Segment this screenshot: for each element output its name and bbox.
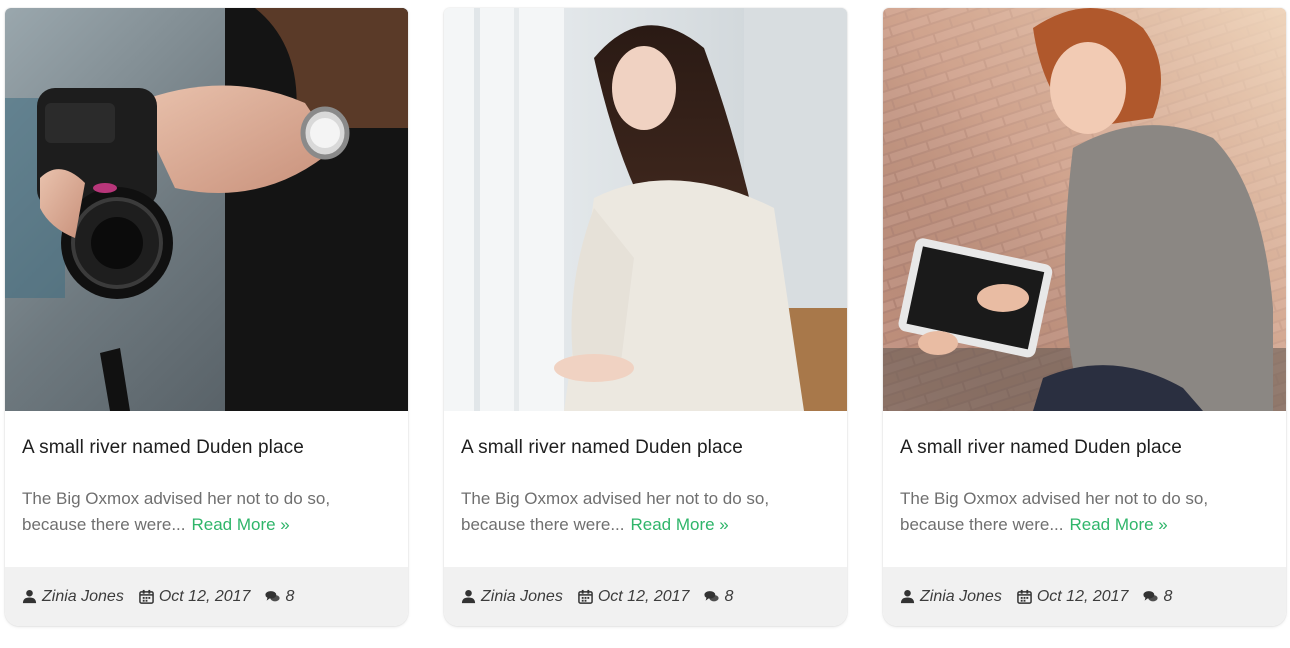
card-excerpt: The Big Oxmox advised her not to do so, … [900, 486, 1274, 538]
calendar-icon [1017, 589, 1032, 604]
card-title[interactable]: A small river named Duden place [900, 437, 1269, 459]
date-meta: Oct 12, 2017 [578, 587, 690, 606]
read-more-link[interactable]: Read More » [1069, 515, 1167, 534]
card-title[interactable]: A small river named Duden place [22, 437, 391, 459]
author-meta[interactable]: Zinia Jones [461, 588, 563, 606]
camera-photo [5, 8, 408, 411]
card-image-link[interactable] [444, 8, 847, 411]
woman-sweater-photo [444, 8, 847, 411]
card-body: A small river named Duden place The Big … [5, 411, 408, 567]
author-name: Zinia Jones [42, 587, 124, 605]
card-meta: Zinia Jones Oct 12, 2017 8 [883, 567, 1286, 626]
date-meta: Oct 12, 2017 [139, 587, 251, 606]
author-name: Zinia Jones [481, 587, 563, 605]
card-body: A small river named Duden place The Big … [883, 411, 1286, 567]
read-more-link[interactable]: Read More » [630, 515, 728, 534]
user-icon [461, 589, 476, 604]
comments-meta[interactable]: 8 [704, 588, 733, 606]
comment-count: 8 [724, 587, 734, 605]
comments-icon [1143, 591, 1159, 602]
post-date: Oct 12, 2017 [158, 587, 251, 605]
blog-card: A small river named Duden place The Big … [883, 8, 1286, 626]
post-date: Oct 12, 2017 [597, 587, 690, 605]
user-icon [22, 589, 37, 604]
comment-count: 8 [1163, 587, 1173, 605]
comments-meta[interactable]: 8 [265, 588, 294, 606]
blog-card: A small river named Duden place The Big … [5, 8, 408, 626]
card-image-link[interactable] [5, 8, 408, 411]
post-date: Oct 12, 2017 [1036, 587, 1129, 605]
author-meta[interactable]: Zinia Jones [900, 588, 1002, 606]
blog-card: A small river named Duden place The Big … [444, 8, 847, 626]
calendar-icon [578, 589, 593, 604]
read-more-link[interactable]: Read More » [191, 515, 289, 534]
card-meta: Zinia Jones Oct 12, 2017 8 [5, 567, 408, 626]
author-name: Zinia Jones [920, 587, 1002, 605]
card-body: A small river named Duden place The Big … [444, 411, 847, 567]
blog-card-grid: A small river named Duden place The Big … [0, 0, 1290, 648]
card-meta: Zinia Jones Oct 12, 2017 8 [444, 567, 847, 626]
comments-meta[interactable]: 8 [1143, 588, 1172, 606]
comments-icon [265, 591, 281, 602]
comments-icon [704, 591, 720, 602]
card-excerpt: The Big Oxmox advised her not to do so, … [461, 486, 835, 538]
card-excerpt: The Big Oxmox advised her not to do so, … [22, 486, 396, 538]
comment-count: 8 [285, 587, 295, 605]
card-title[interactable]: A small river named Duden place [461, 437, 830, 459]
woman-tablet-photo [883, 8, 1286, 411]
author-meta[interactable]: Zinia Jones [22, 588, 124, 606]
card-image-link[interactable] [883, 8, 1286, 411]
date-meta: Oct 12, 2017 [1017, 587, 1129, 606]
user-icon [900, 589, 915, 604]
calendar-icon [139, 589, 154, 604]
